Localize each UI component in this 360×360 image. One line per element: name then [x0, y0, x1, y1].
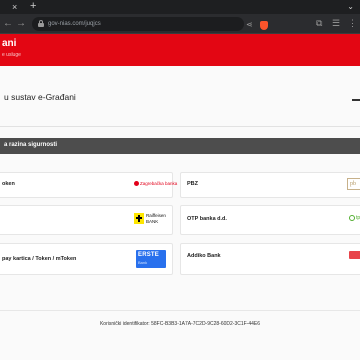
more-options-icon[interactable]: ⋮ — [348, 18, 357, 29]
address-bar[interactable]: gov-nias.com/juqjcs ⋖ — [32, 17, 268, 31]
zaba-logo-icon: Zagrebačka banka — [134, 180, 177, 187]
divider — [0, 126, 360, 127]
pbz-logo-icon: pb — [347, 178, 360, 190]
lock-icon — [38, 20, 44, 27]
site-title[interactable]: ani — [2, 38, 16, 49]
addiko-logo-icon — [349, 251, 360, 259]
close-tab-icon[interactable]: × — [12, 2, 17, 12]
section-label: a razina sigurnosti — [4, 142, 58, 148]
browser-toolbar: ← → gov-nias.com/juqjcs ⋖ ⧉ ☰ ⋮ — [0, 14, 360, 34]
footer-divider — [0, 310, 360, 311]
tab-list-chevron-icon[interactable]: ⌄ — [347, 2, 354, 11]
provider-label: pay kartica / Token / mToken — [2, 256, 77, 262]
site-header — [0, 34, 360, 66]
site-subtitle: e usluge — [2, 52, 21, 58]
collapse-icon[interactable] — [352, 99, 360, 101]
page-title: u sustav e-Građani — [4, 92, 76, 102]
user-identifier: Korisnički identifikator: 58FC-B3B3-1A7A… — [99, 321, 261, 327]
provider-card-pbz[interactable] — [180, 172, 360, 198]
provider-card-addiko[interactable] — [180, 243, 360, 275]
provider-label: oken — [2, 181, 15, 187]
share-icon[interactable]: ⋖ — [246, 20, 253, 29]
sidebar-icon[interactable]: ⧉ — [316, 18, 322, 29]
url-text[interactable]: gov-nias.com/juqjcs — [48, 19, 101, 29]
raiffeisen-logo-icon: Raiffeisen BANK — [134, 212, 170, 226]
provider-label: PBZ — [187, 181, 198, 187]
otp-logo-icon: tp — [349, 214, 360, 223]
browser-tab-strip: × + ⌄ — [0, 0, 360, 14]
brave-shield-icon[interactable] — [260, 21, 268, 30]
back-arrow-icon[interactable]: ← — [3, 18, 13, 30]
erste-logo-icon: ERSTE Bank — [136, 250, 166, 268]
provider-label: OTP banka d.d. — [187, 216, 227, 222]
new-tab-icon[interactable]: + — [30, 1, 36, 12]
provider-label: Addiko Bank — [187, 253, 221, 259]
menu-icon[interactable]: ☰ — [332, 18, 340, 29]
forward-arrow-icon[interactable]: → — [16, 18, 26, 30]
